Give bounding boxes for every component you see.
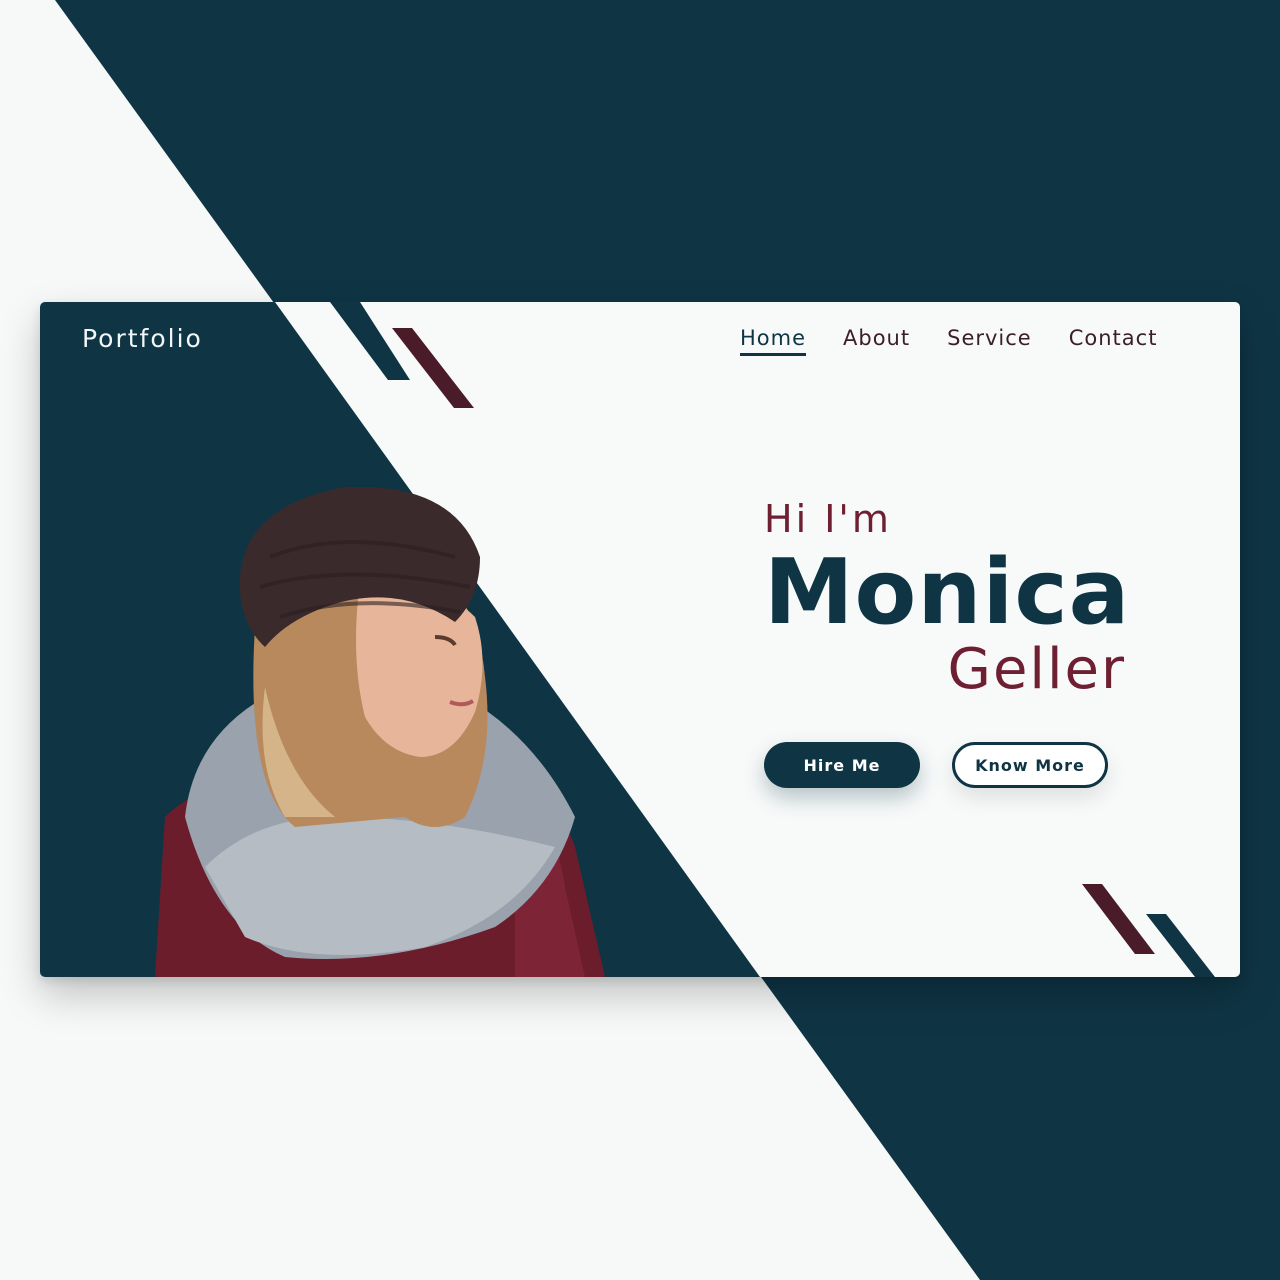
- nav-item-service[interactable]: Service: [947, 326, 1032, 356]
- profile-photo: [135, 486, 615, 977]
- hero-heading-group: Hi I'm Monica Geller: [764, 500, 1144, 698]
- profile-illustration: [155, 486, 605, 977]
- portfolio-logo[interactable]: Portfolio: [82, 324, 203, 353]
- main-navigation: Home About Service Contact: [740, 326, 1194, 356]
- nav-item-home[interactable]: Home: [740, 326, 807, 356]
- nav-item-about[interactable]: About: [843, 326, 910, 356]
- nav-item-contact[interactable]: Contact: [1069, 326, 1158, 356]
- hero-first-name: Monica: [764, 540, 1131, 645]
- hero-greeting: Hi I'm: [764, 497, 892, 541]
- hero-last-name: Geller: [947, 637, 1126, 702]
- know-more-button[interactable]: Know More: [952, 742, 1108, 788]
- portfolio-landing-card: Portfolio Home About Service Contact Hi …: [40, 302, 1240, 977]
- hire-me-button[interactable]: Hire Me: [764, 742, 920, 788]
- page-background: Portfolio Home About Service Contact Hi …: [0, 0, 1280, 1280]
